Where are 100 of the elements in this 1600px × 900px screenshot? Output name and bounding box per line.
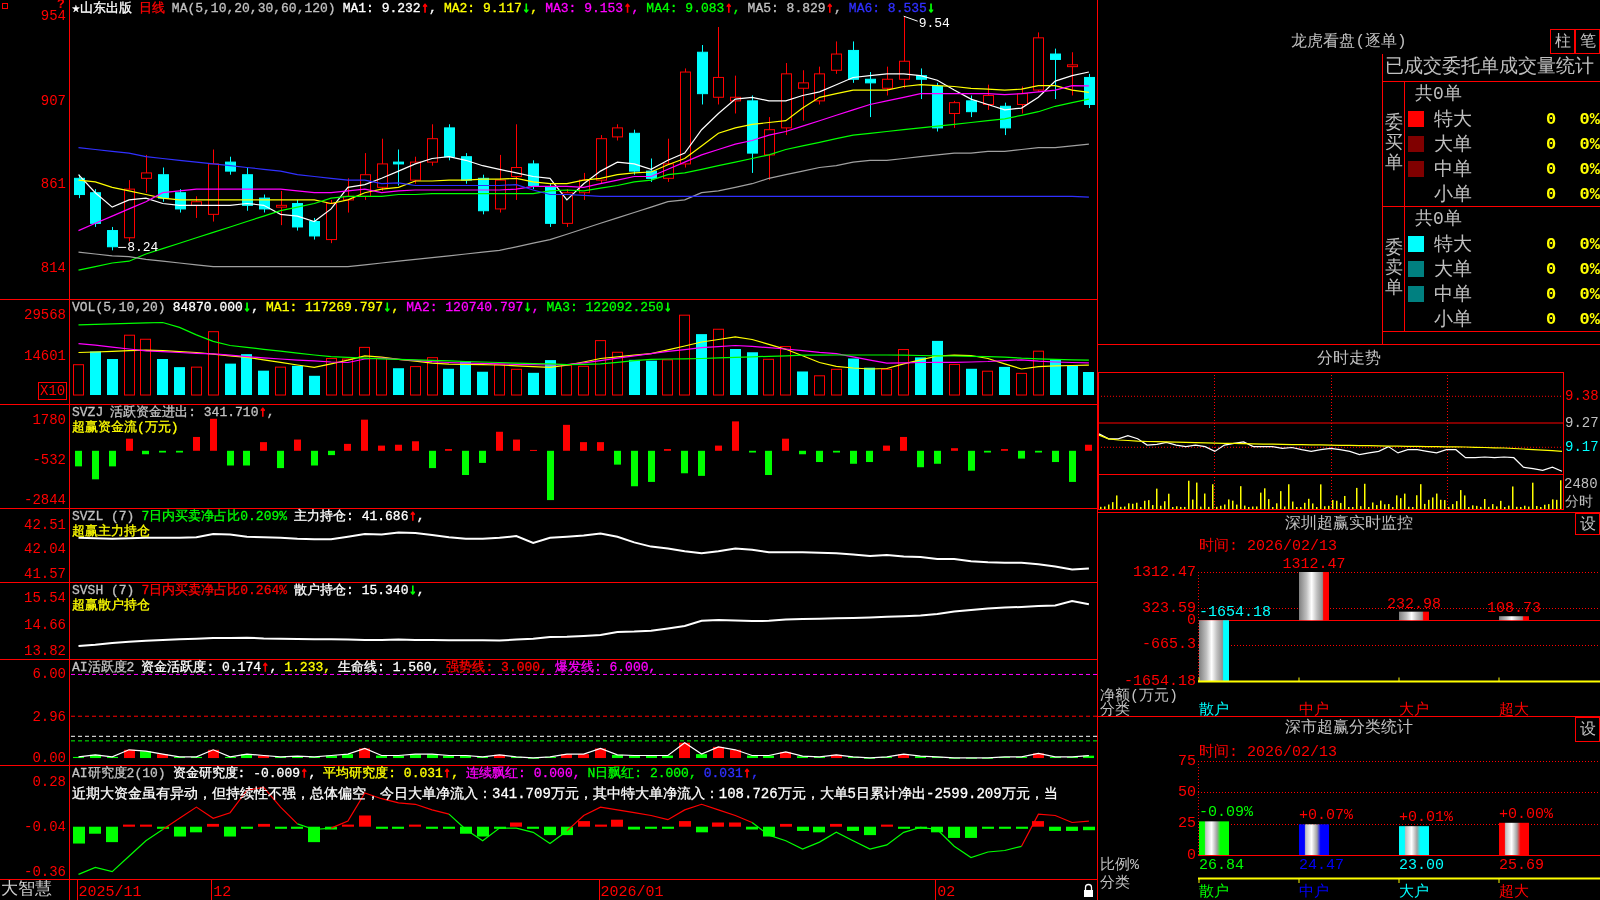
data-label: 108.73 <box>1487 600 1541 618</box>
axis-label: 50 <box>1178 783 1196 801</box>
date-label: 2026/01 <box>600 884 664 900</box>
axis-label: 13.82 <box>24 643 66 659</box>
data-label: 26.84 <box>1199 856 1244 874</box>
indicator-name: AI研究度2(10) <box>72 766 166 781</box>
axis-label: 0 <box>1187 846 1196 864</box>
legend-entry: 1.233, <box>284 660 332 675</box>
order-count: 0 <box>1545 184 1557 204</box>
panel-title: 龙虎看盘(逐单) <box>1290 31 1408 52</box>
date-label: 12 <box>213 884 232 900</box>
legend-entry: 活跃资金进出: 341.710↑, <box>110 405 275 420</box>
legend-entry: 0.031↑, <box>703 766 759 781</box>
axis-label: 分时 <box>1565 494 1593 510</box>
order-percent: 0% <box>1579 234 1600 254</box>
table-title: 已成交委托单成交量统计 <box>1383 54 1600 82</box>
axis-label: 2.96 <box>32 708 66 725</box>
indicator-name: SVSH (7) <box>72 583 135 598</box>
data-label: 232.98 <box>1387 595 1441 613</box>
axis-label: 9.27 <box>1565 415 1599 431</box>
axis-title: 分类 <box>1100 874 1130 892</box>
brand-label: 大智慧 <box>0 880 52 899</box>
change-label: +0.07% <box>1299 807 1353 825</box>
legend-entry: 连续飘红: 0.000, <box>466 766 581 781</box>
indicator-name: AI活跃度2 <box>72 660 135 675</box>
category-label: 散户 <box>1199 883 1229 900</box>
group-label: 委买单 <box>1384 114 1403 174</box>
order-percent: 0% <box>1579 184 1600 204</box>
group-label: 委卖单 <box>1384 239 1403 299</box>
axis-label: 1780 <box>32 412 66 428</box>
legend-entry: 爆发线: 6.000, <box>554 660 657 675</box>
category-label: 大户 <box>1399 883 1429 900</box>
axis-label: -665.3 <box>1142 636 1196 654</box>
axis-label: 42.51 <box>24 516 66 533</box>
date-label: 2025/11 <box>78 884 142 900</box>
indicator-subtitle: 超赢散户持仓 <box>72 598 150 613</box>
legend-entry: 7日内买卖净占比0.209% <box>141 509 288 524</box>
category-label: 大户 <box>1399 701 1429 716</box>
order-percent: 0% <box>1579 259 1600 279</box>
order-count: 0 <box>1545 284 1557 304</box>
category-label: 超大 <box>1499 883 1529 900</box>
order-size-label: 大单 <box>1434 258 1472 282</box>
time-label: 时间: 2026/02/13 <box>1199 744 1338 761</box>
legend-entry: 7日内买卖净占比0.264% <box>141 583 288 598</box>
axis-label: 0.28 <box>32 773 66 790</box>
axis-label: 75 <box>1178 752 1196 770</box>
legend-entry: 强势线: 3.000, <box>446 660 548 675</box>
data-label: 1312.47 <box>1282 556 1346 573</box>
legend-entry: 生命线: 1.560, <box>338 660 440 675</box>
order-total: 共0单 <box>1415 84 1462 104</box>
annotation: 9.54 <box>918 16 951 32</box>
axis-label: 0.00 <box>32 750 66 765</box>
order-size-label: 中单 <box>1434 283 1472 307</box>
legend-entry: MA3: 122092.250↓ <box>546 300 672 315</box>
order-size-label: 中单 <box>1434 158 1472 182</box>
order-percent: 0% <box>1579 134 1600 154</box>
axis-label: 2480 <box>1564 476 1598 492</box>
axis-label: 25 <box>1178 815 1196 833</box>
legend-entry: 84870.000↓, <box>172 300 260 315</box>
legend-entry: 资金研究度: -0.009↑, <box>172 766 317 781</box>
indicator-subtitle: 超赢资金流(万元) <box>72 420 179 435</box>
panel-title: 深市超赢分类统计 <box>1284 717 1414 738</box>
legend-entry: N日飘红: 2.000, <box>587 766 697 781</box>
order-count: 0 <box>1545 309 1557 329</box>
annotation: 8.24 <box>127 240 159 256</box>
axis-label: 9.17 <box>1565 439 1599 456</box>
indicator-name: VOL(5,10,20) <box>72 300 166 315</box>
data-label: 25.69 <box>1499 856 1544 874</box>
scale-label: X10 <box>38 382 68 400</box>
change-label: -0.09% <box>1199 804 1253 822</box>
axis-title: 比例% <box>1100 856 1139 874</box>
data-label: 23.00 <box>1399 856 1444 874</box>
order-size-label: 小单 <box>1434 183 1472 207</box>
order-total: 共0单 <box>1415 209 1462 229</box>
change-label: +0.00% <box>1499 805 1553 823</box>
legend-entry: 主力持仓: 41.686↑, <box>294 509 425 524</box>
category-label: 超大 <box>1499 701 1529 716</box>
axis-label: 861 <box>40 175 66 192</box>
order-count: 0 <box>1545 134 1557 154</box>
panel-title: 分时走势 <box>1317 348 1381 369</box>
order-count: 0 <box>1545 109 1557 129</box>
order-percent: 0% <box>1579 309 1600 329</box>
legend-entry: 资金活跃度: 0.174↑, <box>141 660 278 675</box>
order-count: 0 <box>1545 259 1557 279</box>
axis-label: 14601 <box>24 347 66 364</box>
panel-title: 深圳超赢实时监控 <box>1284 514 1414 534</box>
legend-entry: MA2: 120740.797↓, <box>406 300 540 315</box>
legend-entry: MA1: 117269.797↓, <box>266 300 400 315</box>
axis-label: -2844 <box>24 492 66 508</box>
price-annotation: 8.24 <box>117 240 159 256</box>
change-label: +0.01% <box>1399 809 1453 827</box>
legend-entry: 散户持仓: 15.340↓, <box>294 583 425 598</box>
axis-label: 29568 <box>24 307 66 323</box>
order-size-label: 小单 <box>1434 308 1472 332</box>
axis-label: 41.57 <box>24 565 66 582</box>
axis-label: 907 <box>40 92 66 109</box>
legend-entry: 平均研究度: 0.031↑, <box>323 766 460 781</box>
price-annotation: 9.54 <box>903 15 950 32</box>
category-label: 散户 <box>1199 701 1229 716</box>
category-label: 中户 <box>1299 883 1329 900</box>
